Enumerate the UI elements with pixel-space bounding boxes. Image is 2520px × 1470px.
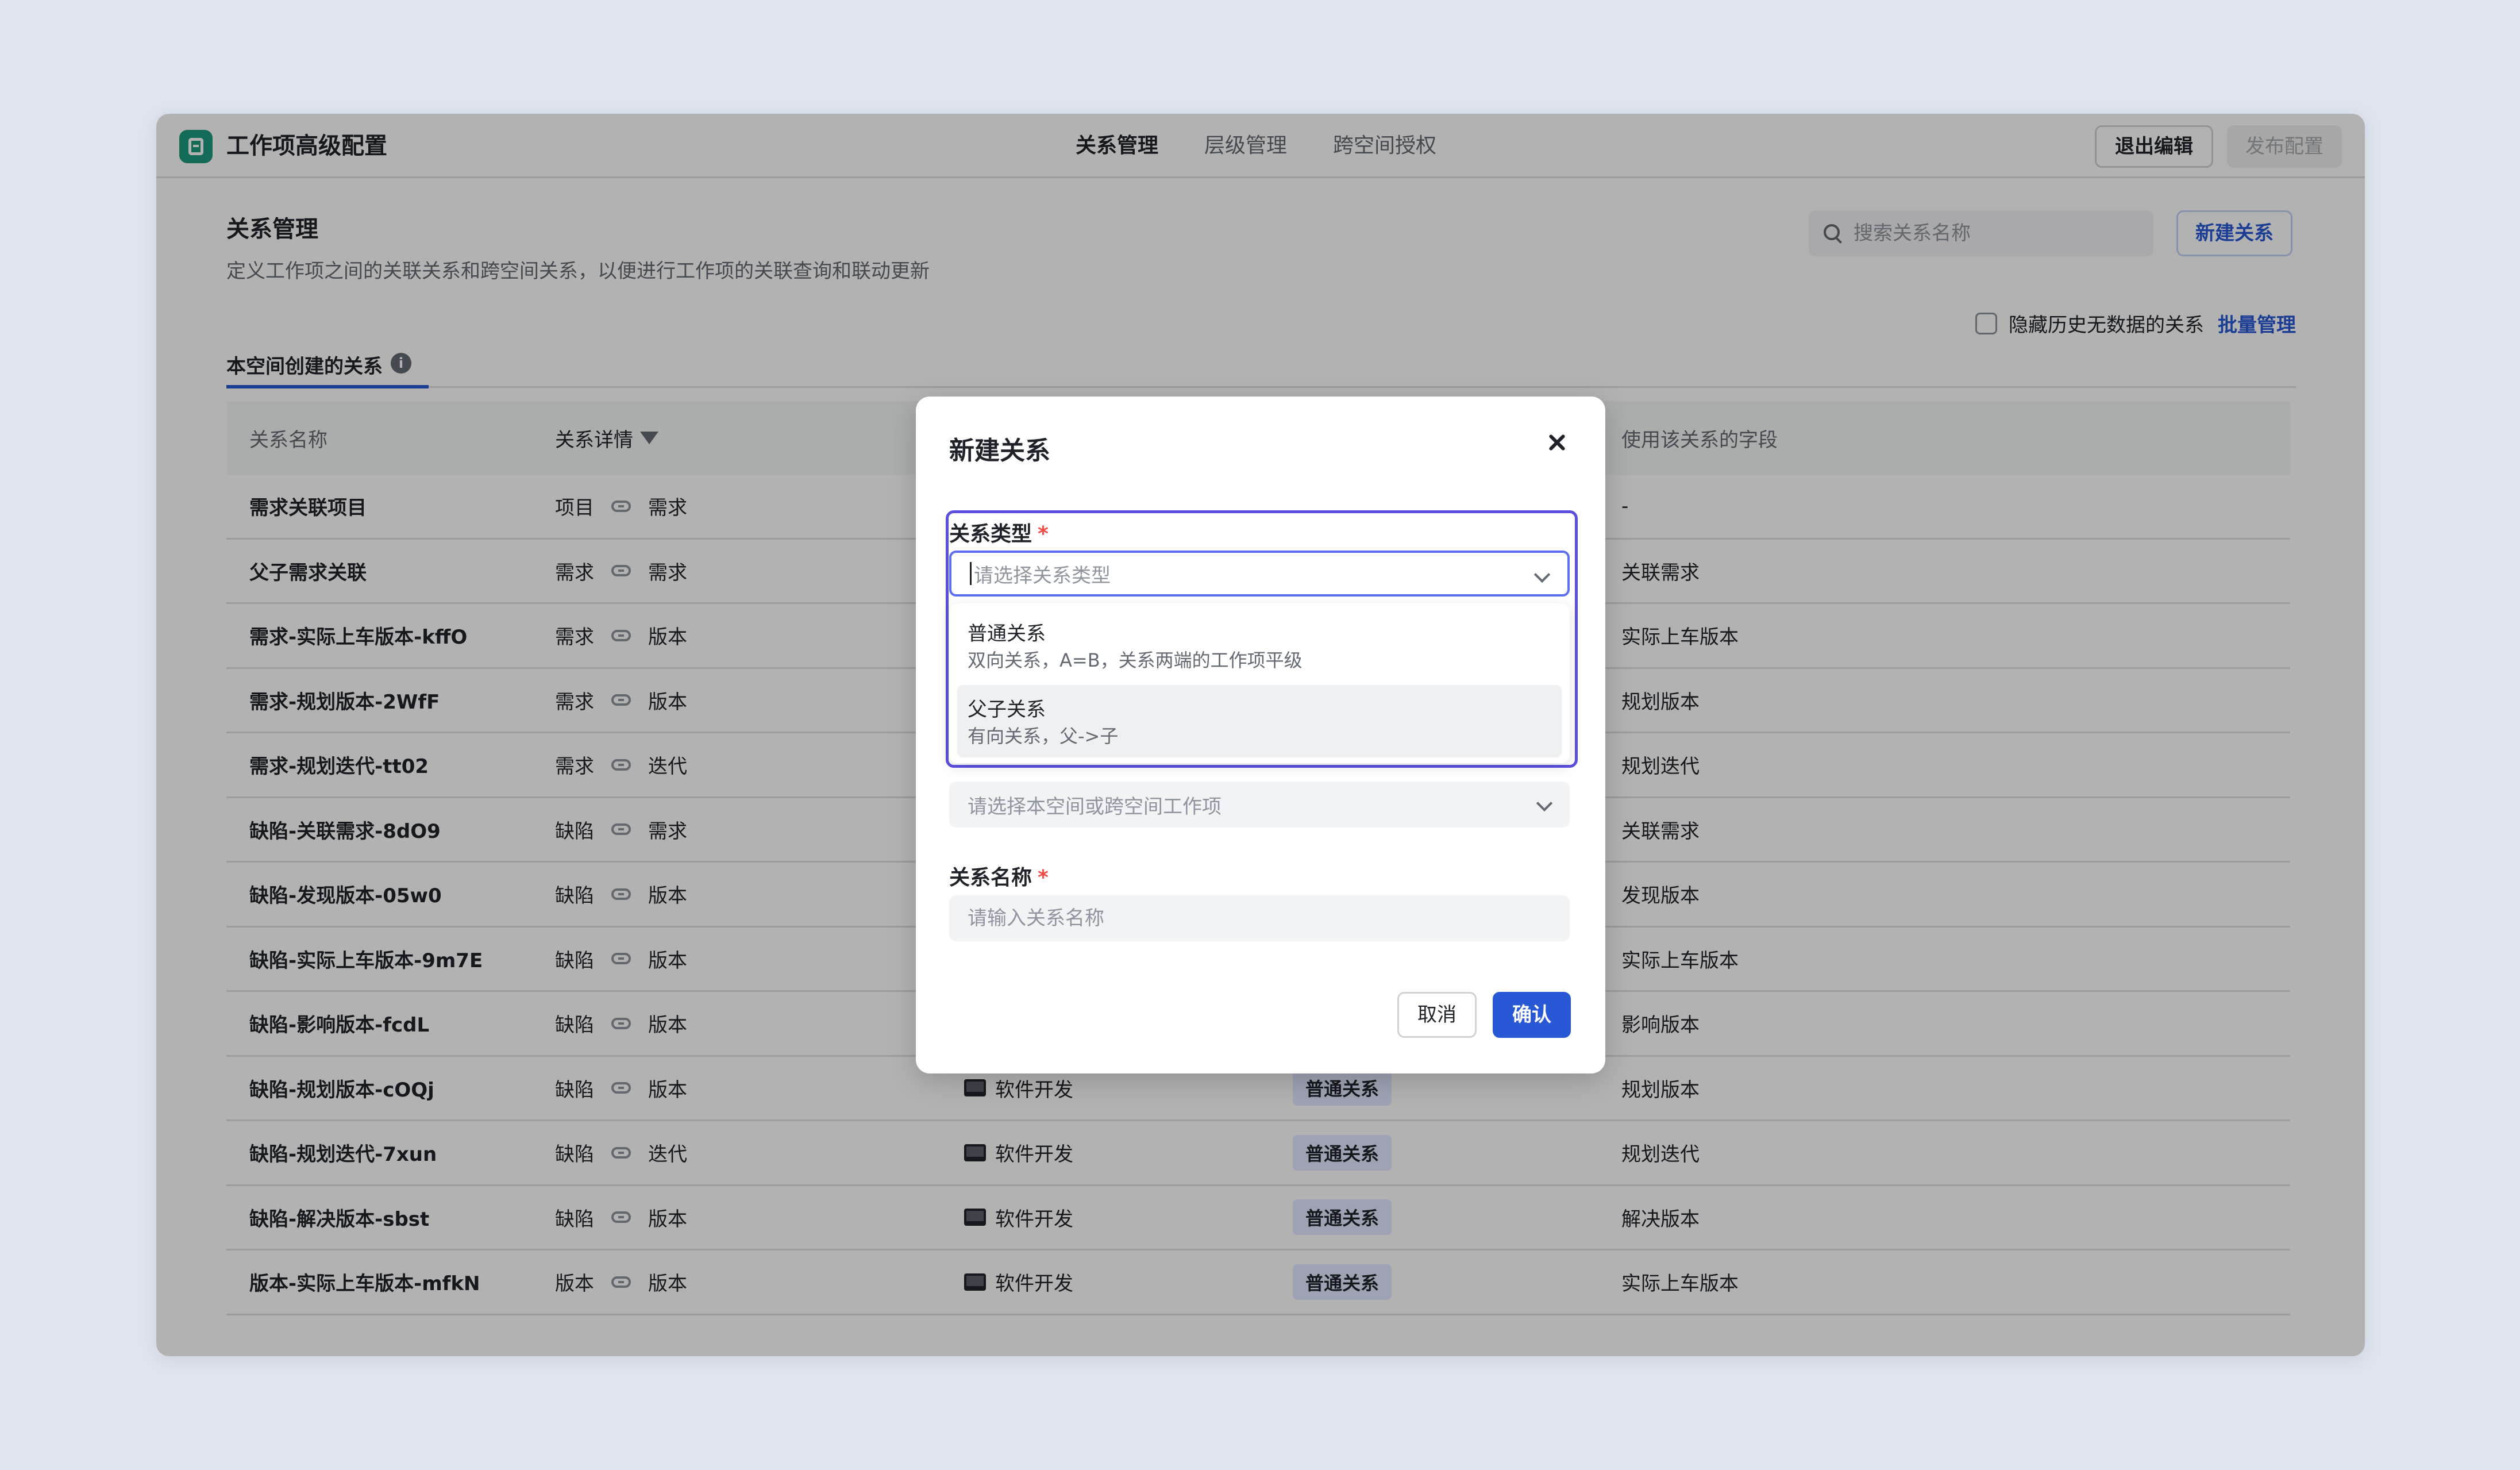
relation-type-label: 关系类型 * bbox=[949, 517, 1049, 547]
required-mark: * bbox=[1038, 522, 1049, 546]
relation-type-dropdown: 普通关系 双向关系，A=B，关系两端的工作项平级 父子关系 有向关系，父->子 bbox=[949, 603, 1570, 763]
option-title: 父子关系 bbox=[968, 698, 1046, 721]
option-normal-relation[interactable]: 普通关系 双向关系，A=B，关系两端的工作项平级 bbox=[957, 609, 1562, 682]
confirm-button[interactable]: 确认 bbox=[1493, 992, 1571, 1038]
option-title: 普通关系 bbox=[968, 622, 1046, 645]
relation-type-placeholder: 请选择关系类型 bbox=[974, 564, 1111, 587]
option-parent-child-relation[interactable]: 父子关系 有向关系，父->子 bbox=[957, 685, 1562, 757]
relation-type-select[interactable]: 请选择关系类型 bbox=[949, 551, 1570, 597]
text-caret bbox=[970, 562, 972, 585]
new-relation-modal: 新建关系 关系类型 * 请选择关系类型 请选择本空间或跨空间工作项 普通关系 双向… bbox=[916, 397, 1605, 1073]
modal-title: 新建关系 bbox=[949, 436, 1050, 465]
chevron-down-icon bbox=[1533, 566, 1551, 583]
relation-name-input[interactable] bbox=[949, 895, 1570, 941]
relation-name-label-text: 关系名称 bbox=[949, 866, 1032, 890]
chevron-down-icon bbox=[1536, 795, 1553, 812]
cancel-button[interactable]: 取消 bbox=[1397, 992, 1477, 1038]
close-icon[interactable] bbox=[1544, 430, 1570, 455]
required-mark: * bbox=[1038, 866, 1049, 890]
workitem-placeholder: 请选择本空间或跨空间工作项 bbox=[968, 795, 1222, 818]
option-desc: 双向关系，A=B，关系两端的工作项平级 bbox=[968, 649, 1303, 671]
relation-name-label: 关系名称 * bbox=[949, 861, 1049, 891]
option-desc: 有向关系，父->子 bbox=[968, 725, 1119, 747]
relation-type-label-text: 关系类型 bbox=[949, 522, 1032, 546]
workitem-select[interactable]: 请选择本空间或跨空间工作项 bbox=[949, 782, 1570, 828]
